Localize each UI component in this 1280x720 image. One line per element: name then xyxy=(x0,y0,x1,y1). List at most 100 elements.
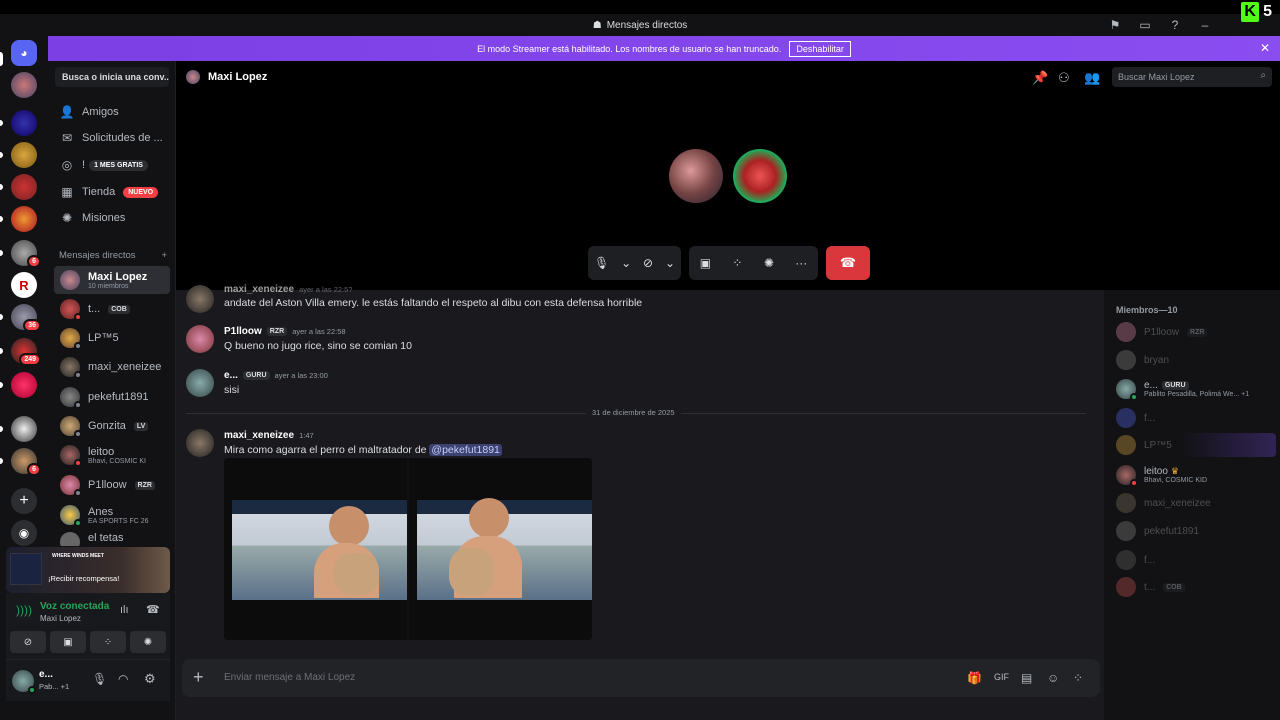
nav-requests[interactable]: ✉ Solicitudes de ... xyxy=(54,126,170,150)
dm-item[interactable]: Anes EA SPORTS FC 26 xyxy=(54,501,170,529)
nav-friends[interactable]: 👤 Amigos xyxy=(54,100,170,124)
flag-icon[interactable]: ⚑ xyxy=(1100,14,1130,36)
dm-item[interactable]: maxi_xeneizee xyxy=(54,353,170,381)
promo-image xyxy=(10,553,42,585)
unread-badge: 6 xyxy=(27,255,41,268)
participant-avatar[interactable] xyxy=(733,149,787,203)
member-item[interactable]: LP™5 xyxy=(1116,432,1276,458)
pin-icon[interactable]: 📌 xyxy=(1032,70,1048,86)
camera-off-icon[interactable]: ⊘ xyxy=(10,631,46,653)
server-icon[interactable] xyxy=(11,174,37,200)
server-icon[interactable]: 249 xyxy=(11,338,41,366)
promo-logo: WHERE WINDS MEET xyxy=(52,553,104,559)
member-item[interactable]: pekefut1891 xyxy=(1116,518,1276,544)
avatar[interactable] xyxy=(186,285,214,313)
server-icon[interactable] xyxy=(11,72,37,98)
disconnect-icon[interactable]: ☎ xyxy=(146,603,160,616)
discover-icon[interactable]: ◉ xyxy=(11,520,37,546)
server-icon[interactable]: 6 xyxy=(11,240,41,268)
soundboard-icon[interactable]: ✺ xyxy=(130,631,166,653)
avatar xyxy=(60,357,82,379)
member-item[interactable]: f... xyxy=(1116,405,1276,431)
member-item[interactable]: e... GURU Pablito Pesadilla, Polimá We... … xyxy=(1116,376,1276,402)
avatar[interactable] xyxy=(186,429,214,457)
apps-icon[interactable]: ⁘ xyxy=(1073,671,1083,685)
screenshare-icon[interactable]: ▣ xyxy=(700,256,711,270)
sticker-icon[interactable]: ▤ xyxy=(1021,671,1032,685)
gift-icon[interactable]: 🎁 xyxy=(967,671,982,685)
gif-icon[interactable]: GIF xyxy=(994,672,1009,682)
help-icon[interactable]: ? xyxy=(1160,14,1190,36)
image-thumbnail[interactable] xyxy=(224,458,407,640)
server-icon[interactable] xyxy=(11,372,37,398)
member-item[interactable]: f... xyxy=(1116,547,1276,573)
avatar[interactable] xyxy=(186,369,214,397)
headphones-icon[interactable]: ◠ xyxy=(118,672,128,686)
message-input[interactable]: Enviar mensaje a Maxi Lopez xyxy=(224,672,355,683)
user-mention[interactable]: @pekefut1891 xyxy=(429,444,502,456)
dm-item[interactable]: LP™5 xyxy=(54,324,170,352)
hangup-button[interactable]: ☎ xyxy=(826,246,870,280)
nav-quests[interactable]: ✺ Misiones xyxy=(54,206,170,230)
activities-icon[interactable]: ⁘ xyxy=(732,256,742,270)
server-icon[interactable] xyxy=(11,416,37,442)
chevron-down-icon[interactable]: ⌄ xyxy=(621,256,631,270)
server-icon[interactable] xyxy=(11,142,37,168)
activities-icon[interactable]: ⁘ xyxy=(90,631,126,653)
search-input[interactable]: Busca o inicia una conv... xyxy=(55,67,169,87)
member-item[interactable]: leitoo ♛ Bhavi, COSMIC KID xyxy=(1116,462,1276,488)
dm-item[interactable]: leitoo Bhavi, COSMIC KI xyxy=(54,441,170,469)
gear-icon[interactable]: ⚙ xyxy=(144,671,156,687)
server-icon[interactable]: 36 xyxy=(11,304,41,332)
avatar[interactable] xyxy=(186,325,214,353)
soundboard-icon[interactable]: ✺ xyxy=(764,256,774,270)
message-text: andate del Aston Villa emery. le estás f… xyxy=(224,297,643,309)
add-server-icon[interactable]: + xyxy=(11,488,37,514)
emoji-icon[interactable]: ☺ xyxy=(1047,671,1059,685)
nav-nitro[interactable]: ◎! 1 MES GRATIS xyxy=(54,153,170,177)
soundboard-wave-icon[interactable]: ılı xyxy=(120,604,129,616)
server-icon[interactable]: R xyxy=(11,272,37,298)
microphone-icon[interactable]: 🎙 xyxy=(594,256,609,270)
avatar[interactable] xyxy=(12,670,36,694)
discord-home-icon[interactable]: ◕ xyxy=(11,40,37,66)
add-friends-icon[interactable]: ⚇ xyxy=(1058,70,1070,86)
image-attachment[interactable] xyxy=(224,458,592,640)
member-item[interactable]: t... COB xyxy=(1116,574,1276,600)
members-icon[interactable]: 👥 xyxy=(1084,70,1100,86)
dm-item[interactable]: P1lloow RZR xyxy=(54,471,170,499)
dm-item[interactable]: t... COB xyxy=(54,295,170,323)
kick-count: 5 xyxy=(1263,3,1272,20)
more-icon[interactable]: ··· xyxy=(795,256,807,270)
promo-card[interactable]: WHERE WINDS MEET ¡Recibir recompensa! xyxy=(6,547,170,593)
image-thumbnail[interactable] xyxy=(409,458,592,640)
screenshare-icon[interactable]: ▣ xyxy=(50,631,86,653)
member-item[interactable]: maxi_xeneizee xyxy=(1116,490,1276,516)
member-item[interactable]: P1lloow RZR xyxy=(1116,319,1276,345)
dm-item[interactable]: Maxi Lopez 10 miembros xyxy=(54,266,170,294)
camera-off-icon[interactable]: ⊘ xyxy=(643,256,653,270)
message-composer[interactable]: + Enviar mensaje a Maxi Lopez 🎁 GIF ▤ ☺ … xyxy=(182,659,1100,697)
microphone-icon[interactable]: 🎙 xyxy=(92,672,107,686)
minimize-icon[interactable]: – xyxy=(1190,14,1220,36)
close-icon[interactable]: ✕ xyxy=(1260,41,1270,55)
add-dm-icon[interactable]: + xyxy=(161,250,167,261)
voice-channel[interactable]: Maxi Lopez xyxy=(40,614,81,623)
add-attachment-icon[interactable]: + xyxy=(193,667,204,688)
dm-item[interactable]: el tetas xyxy=(54,532,170,546)
member-item[interactable]: bryan xyxy=(1116,347,1276,373)
dm-item[interactable]: pekefut1891 xyxy=(54,383,170,411)
inbox-icon[interactable]: ▭ xyxy=(1130,14,1160,36)
disable-streamer-button[interactable]: Deshabilitar xyxy=(789,40,851,57)
dm-item[interactable]: Gonzita LV xyxy=(54,412,170,440)
signal-icon: )))) xyxy=(16,603,32,617)
chevron-down-icon[interactable]: ⌄ xyxy=(665,256,675,270)
server-icon[interactable] xyxy=(11,206,37,232)
server-icon[interactable]: 6 xyxy=(11,448,41,476)
avatar xyxy=(1116,577,1136,597)
nav-shop[interactable]: ▦ Tienda NUEVO xyxy=(54,180,170,204)
channel-search-input[interactable]: Buscar Maxi Lopez ⌕ xyxy=(1112,67,1272,87)
server-icon[interactable] xyxy=(11,110,37,136)
participant-avatar[interactable] xyxy=(669,149,723,203)
message-text: Q bueno no jugo rice, sino se comian 10 xyxy=(224,340,412,352)
